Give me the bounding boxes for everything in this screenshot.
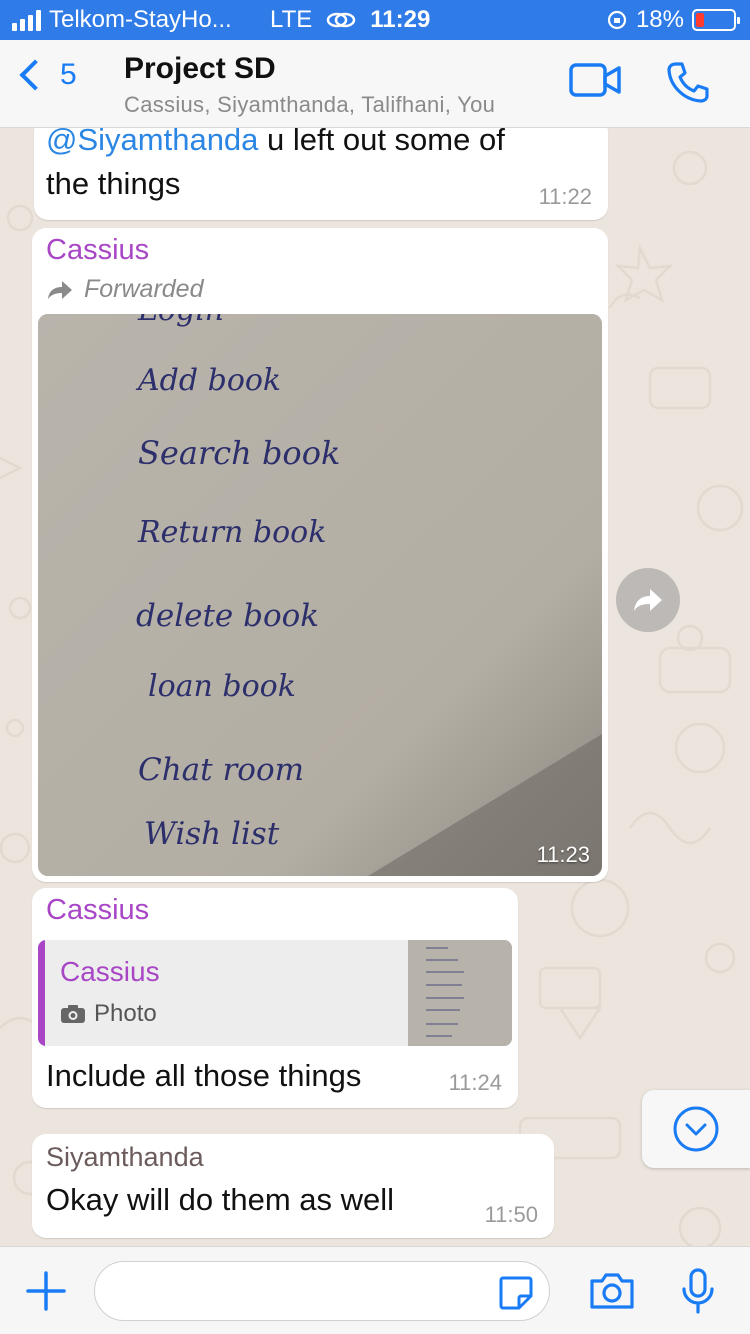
phone-call-icon[interactable] bbox=[666, 60, 710, 104]
handwritten-line: Login bbox=[137, 314, 224, 328]
forward-arrow-icon bbox=[48, 280, 72, 299]
back-button[interactable]: 5 bbox=[14, 58, 77, 92]
mention-link[interactable]: @Siyamthanda bbox=[46, 128, 258, 157]
unread-count: 5 bbox=[60, 58, 77, 91]
status-bar: Telkom-StayHo... LTE 11:29 18% bbox=[0, 0, 750, 40]
handwritten-line: Wish list bbox=[144, 816, 280, 852]
message-bubble-reply[interactable]: Cassius Cassius Photo Include all those … bbox=[32, 888, 518, 1108]
status-right: 18% bbox=[606, 6, 740, 34]
handwritten-line: loan book bbox=[148, 669, 296, 704]
handwritten-list-image: Login Add book Search book Return book d… bbox=[38, 314, 602, 876]
chat-title: Project SD bbox=[124, 52, 276, 85]
carrier-info: Telkom-StayHo... bbox=[12, 6, 232, 34]
message-text: Okay will do them as well bbox=[46, 1182, 395, 1217]
signal-icon bbox=[12, 9, 41, 31]
sender-name[interactable]: Siyamthanda bbox=[46, 1142, 204, 1173]
quote-thumbnail bbox=[408, 940, 512, 1046]
photo-time: 11:23 bbox=[536, 842, 590, 867]
chevron-left-icon bbox=[19, 59, 51, 91]
microphone-icon[interactable] bbox=[680, 1267, 716, 1315]
chevron-down-circle-icon bbox=[673, 1106, 719, 1152]
status-time: 11:29 bbox=[370, 6, 431, 33]
battery-icon bbox=[692, 9, 740, 31]
carrier-name: Telkom-StayHo... bbox=[49, 6, 232, 33]
message-time: 11:50 bbox=[484, 1202, 538, 1227]
camera-icon[interactable] bbox=[588, 1271, 636, 1311]
battery-percent: 18% bbox=[635, 6, 684, 33]
forwarded-label: Forwarded bbox=[46, 275, 204, 304]
share-arrow-icon bbox=[634, 589, 662, 611]
orientation-lock-icon bbox=[607, 10, 627, 30]
sender-name[interactable]: Cassius bbox=[46, 234, 204, 267]
handwritten-line: Search book bbox=[138, 434, 340, 472]
quote-accent-bar bbox=[38, 940, 45, 1046]
link-icon bbox=[326, 12, 356, 28]
message-input[interactable] bbox=[94, 1261, 550, 1321]
message-bubble[interactable]: Siyamthanda Okay will do them as well 11… bbox=[32, 1134, 554, 1238]
message-text: @Siyamthanda u left out some of the thin… bbox=[46, 128, 505, 206]
forward-button[interactable] bbox=[616, 568, 680, 632]
forwarded-text: Forwarded bbox=[84, 275, 204, 303]
plus-icon[interactable] bbox=[24, 1269, 68, 1313]
message-text-part: the things bbox=[46, 166, 181, 201]
network-type: LTE bbox=[270, 6, 313, 33]
message-time: 11:24 bbox=[448, 1070, 502, 1095]
sender-name[interactable]: Cassius bbox=[46, 894, 149, 927]
quote-type-label: Photo bbox=[94, 1000, 157, 1027]
message-time: 11:22 bbox=[538, 184, 592, 209]
camera-small-icon bbox=[61, 1005, 85, 1023]
chat-participants: Cassius, Siyamthanda, Talifhani, You bbox=[124, 92, 496, 117]
chat-area[interactable]: @Siyamthanda u left out some of the thin… bbox=[0, 128, 750, 1246]
handwritten-line: Chat room bbox=[138, 752, 304, 788]
quote-sender: Cassius bbox=[60, 956, 160, 987]
handwritten-line: Add book bbox=[135, 363, 281, 398]
message-photo[interactable]: Login Add book Search book Return book d… bbox=[38, 314, 602, 876]
scroll-to-bottom-button[interactable] bbox=[642, 1090, 750, 1168]
status-center: LTE 11:29 bbox=[270, 6, 430, 34]
quoted-message[interactable]: Cassius Photo bbox=[38, 940, 512, 1046]
handwritten-line: Return book bbox=[137, 515, 326, 550]
video-call-icon[interactable] bbox=[568, 60, 622, 100]
message-input-bar bbox=[0, 1246, 750, 1334]
message-text-part: u left out some of bbox=[258, 128, 505, 157]
chat-header: 5 Project SD Cassius, Siyamthanda, Talif… bbox=[0, 40, 750, 128]
message-bubble[interactable]: @Siyamthanda u left out some of the thin… bbox=[34, 128, 608, 220]
sticker-icon[interactable] bbox=[497, 1274, 535, 1312]
chat-title-block[interactable]: Project SD Cassius, Siyamthanda, Talifha… bbox=[124, 52, 495, 118]
quote-type: Photo bbox=[60, 1000, 157, 1028]
message-text: Include all those things bbox=[46, 1058, 362, 1093]
message-header: Cassius Forwarded bbox=[46, 234, 204, 304]
handwritten-line: delete book bbox=[136, 598, 319, 634]
message-bubble-photo[interactable]: Cassius Forwarded Login Add book Search … bbox=[32, 228, 608, 882]
